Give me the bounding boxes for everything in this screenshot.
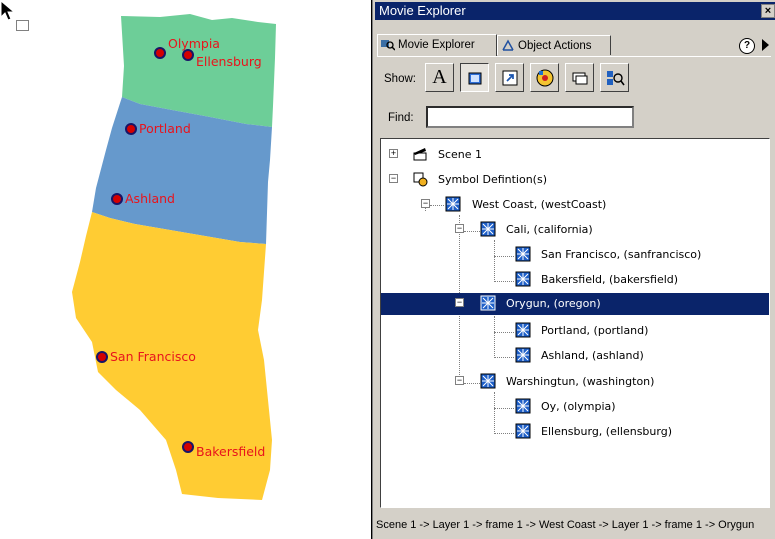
west-coast-map	[72, 14, 276, 500]
status-path: Scene 1 -> Layer 1 -> frame 1 -> West Co…	[376, 519, 755, 531]
movie-clip-icon	[515, 271, 531, 287]
movie-explorer-icon	[381, 40, 395, 51]
tree-row-bakersfield[interactable]: Bakersfield, (bakersfield)	[381, 269, 769, 291]
video-sound-bitmaps-icon	[536, 69, 553, 86]
movie-clip-icon	[480, 221, 496, 237]
find-input[interactable]	[426, 106, 634, 128]
customize-items-button[interactable]	[600, 63, 629, 92]
city-label: Bakersfield	[196, 444, 266, 459]
collapse-icon[interactable]: −	[455, 298, 464, 307]
movie-clip-icon	[480, 373, 496, 389]
text-icon: A	[432, 66, 447, 88]
collapse-icon[interactable]: −	[455, 224, 464, 233]
show-video-sound-bitmaps-button[interactable]	[530, 63, 559, 92]
city-label: Portland	[139, 121, 191, 136]
city-marker-icon	[182, 48, 194, 61]
help-icon[interactable]: ?	[739, 38, 755, 54]
show-actionscripts-button[interactable]	[495, 63, 524, 92]
city-marker-icon	[96, 350, 108, 363]
tree-label: Oy, (olympia)	[541, 400, 616, 413]
city-bakersfield[interactable]: Bakersfield	[182, 439, 265, 459]
city-san-francisco[interactable]: San Francisco	[96, 349, 196, 364]
actionscripts-icon	[502, 70, 517, 85]
city-marker-icon	[182, 440, 194, 453]
movie-clip-icon	[480, 295, 496, 311]
city-label: Ashland	[125, 191, 175, 206]
city-ashland[interactable]: Ashland	[111, 191, 175, 206]
collapse-icon[interactable]: −	[389, 174, 398, 183]
tree-label: Ellensburg, (ellensburg)	[541, 425, 672, 438]
customize-items-icon	[606, 70, 625, 85]
tree-label: Cali, (california)	[506, 223, 593, 236]
tree-row-scene[interactable]: + Scene 1	[381, 144, 769, 166]
tree-label: Ashland, (ashland)	[541, 349, 644, 362]
tree-label: Portland, (portland)	[541, 324, 649, 337]
expand-icon[interactable]: +	[389, 149, 398, 158]
movie-explorer-panel: Movie Explorer × Movie Explorer Object A…	[372, 0, 775, 539]
tree-row-oy[interactable]: Oy, (olympia)	[381, 396, 769, 418]
show-label: Show:	[384, 73, 416, 85]
tree-label: Symbol Defintion(s)	[438, 173, 547, 186]
tree-row-west-coast[interactable]: − West Coast, (westCoast)	[381, 194, 769, 216]
tab-movie-explorer[interactable]: Movie Explorer	[377, 34, 497, 56]
tree-row-warshingtun[interactable]: − Warshingtun, (washington)	[381, 371, 769, 393]
tab-label: Object Actions	[518, 40, 592, 52]
tree-row-san-francisco[interactable]: San Francisco, (sanfrancisco)	[381, 244, 769, 266]
frames-layers-icon	[572, 72, 587, 84]
stage-canvas[interactable]: Olympia Ellensburg Portland Ashland San …	[0, 0, 372, 539]
show-text-button[interactable]: A	[425, 63, 454, 92]
tab-object-actions[interactable]: Object Actions	[497, 35, 611, 55]
panel-tabs: Movie Explorer Object Actions	[377, 34, 772, 57]
find-label: Find:	[388, 112, 414, 124]
tree-label: Warshingtun, (washington)	[506, 375, 655, 388]
collapse-icon[interactable]: −	[455, 376, 464, 385]
explorer-tree[interactable]: + Scene 1 − Symbol Defintion(s) − West C…	[380, 138, 770, 508]
show-buttons-movieclips-graphics-button[interactable]	[460, 63, 489, 92]
movie-clip-icon	[515, 347, 531, 363]
tab-divider	[377, 56, 771, 57]
collapse-icon[interactable]: −	[421, 199, 430, 208]
tree-label: Bakersfield, (bakersfield)	[541, 273, 679, 286]
panel-titlebar[interactable]: Movie Explorer ×	[375, 2, 775, 20]
symbol-definitions-icon	[413, 172, 428, 187]
city-portland[interactable]: Portland	[125, 121, 191, 136]
tab-label: Movie Explorer	[398, 39, 475, 51]
tree-row-portland[interactable]: Portland, (portland)	[381, 320, 769, 342]
city-ellensburg[interactable]: Ellensburg	[182, 47, 262, 69]
movie-clip-icon	[515, 322, 531, 338]
panel-title: Movie Explorer	[379, 3, 466, 18]
close-icon[interactable]: ×	[761, 4, 775, 18]
tree-label: Orygun, (oregon)	[506, 297, 601, 310]
tree-row-ashland[interactable]: Ashland, (ashland)	[381, 345, 769, 367]
city-label: San Francisco	[110, 349, 196, 364]
mouse-pointer-icon	[0, 0, 29, 31]
city-marker-icon	[125, 122, 137, 135]
scene-icon	[413, 148, 427, 161]
object-actions-icon	[502, 39, 514, 51]
tree-row-ellensburg[interactable]: Ellensburg, (ellensburg)	[381, 421, 769, 443]
tree-row-orygun-selected[interactable]: − Orygun, (oregon)	[381, 293, 769, 315]
buttons-movieclips-graphics-icon	[468, 72, 481, 84]
city-marker-icon	[111, 192, 123, 205]
panel-menu-arrow-icon[interactable]	[762, 39, 769, 51]
city-label: Ellensburg	[196, 54, 262, 69]
tree-row-cali[interactable]: − Cali, (california)	[381, 219, 769, 241]
tree-row-symbol-definitions[interactable]: − Symbol Defintion(s)	[381, 169, 769, 191]
tree-label: West Coast, (westCoast)	[472, 198, 607, 211]
show-frames-layers-button[interactable]	[565, 63, 594, 92]
movie-clip-icon	[515, 398, 531, 414]
city-marker-icon	[154, 46, 166, 59]
tree-label: Scene 1	[438, 148, 483, 161]
movie-clip-icon	[515, 423, 531, 439]
movie-clip-icon	[445, 196, 461, 212]
tree-label: San Francisco, (sanfrancisco)	[541, 248, 702, 261]
movie-clip-icon	[515, 246, 531, 262]
